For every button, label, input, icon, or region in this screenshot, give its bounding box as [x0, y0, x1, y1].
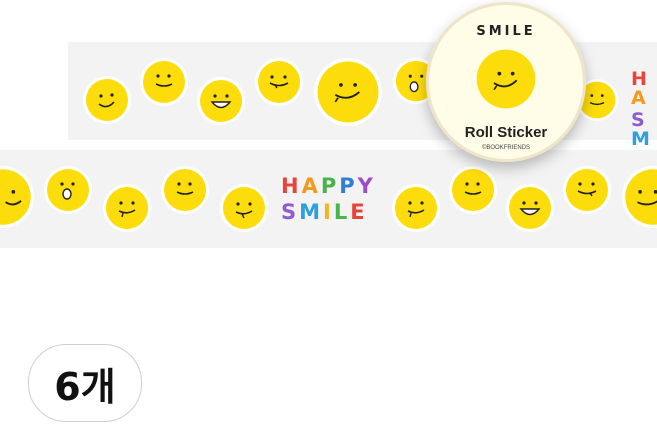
- smiley-sticker: [197, 77, 245, 125]
- smiley-sticker: [563, 166, 611, 214]
- smiley-sticker: [44, 166, 92, 214]
- smiley-sticker: [0, 166, 34, 228]
- happy-smile-text-partial: HA SM: [631, 70, 657, 149]
- smiley-sticker: [255, 58, 303, 106]
- smiley-sticker: [392, 184, 440, 232]
- happy-smile-text: HAPPY SMILE: [281, 176, 376, 223]
- smiley-sticker: [220, 184, 268, 232]
- smiley-sticker: [161, 166, 209, 214]
- tape-letter: L: [333, 200, 351, 224]
- tape-letter: M: [631, 128, 653, 150]
- quantity-text: 6개: [54, 364, 116, 409]
- smiley-sticker: [314, 58, 382, 126]
- tape-letter: A: [631, 87, 649, 109]
- tape-letter: P: [320, 174, 340, 198]
- brand-label: ©BOOKFRIENDS: [481, 145, 531, 151]
- tape-letter: E: [350, 200, 368, 224]
- tape-letter: P: [339, 174, 358, 198]
- roll-sticker-title: SMILE: [476, 24, 536, 39]
- tape-letter: M: [299, 200, 324, 224]
- tape-letter: Y: [357, 174, 376, 198]
- tape-letter: S: [281, 200, 300, 224]
- roll-sticker: SMILE Roll Sticker ©BOOKFRIENDS: [426, 2, 586, 162]
- quantity-badge: 6개: [28, 344, 142, 422]
- tape-letter: A: [301, 174, 321, 198]
- smiley-sticker: [140, 58, 188, 106]
- smiley-sticker: [103, 184, 151, 232]
- smiley-sticker: [83, 76, 131, 124]
- smiley-sticker: [474, 47, 538, 115]
- smiley-sticker: [449, 166, 497, 214]
- smiley-sticker: [506, 184, 554, 232]
- tape-letter: H: [281, 174, 302, 198]
- roll-sticker-label: Roll Sticker: [464, 124, 548, 141]
- tape-letter: I: [323, 200, 334, 224]
- smiley-sticker: [622, 166, 657, 228]
